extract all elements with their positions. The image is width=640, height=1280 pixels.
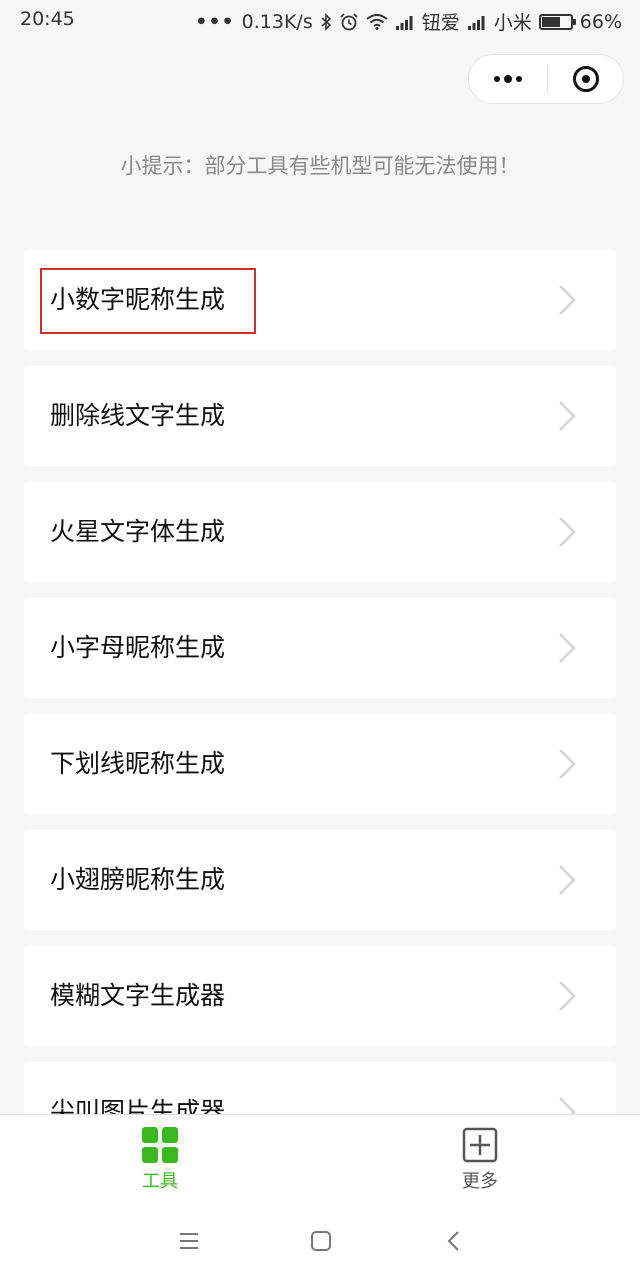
list-item[interactable]: 下划线昵称生成 (24, 714, 616, 814)
tab-bar: 工具 更多 (0, 1114, 640, 1203)
plus-square-icon (462, 1127, 498, 1163)
list-item-label: 删除线文字生成 (50, 401, 226, 430)
alarm-icon (340, 12, 358, 30)
chevron-right-icon (559, 749, 576, 779)
status-indicators: ••• 0.13K/s 钮爱 小米 66% (195, 8, 622, 35)
list-item[interactable]: 小翅膀昵称生成 (24, 830, 616, 930)
grid-icon (142, 1127, 178, 1163)
list-item-label: 小数字昵称生成 (50, 285, 226, 314)
home-square-icon[interactable] (309, 1229, 333, 1253)
menu-icon[interactable] (178, 1229, 200, 1253)
back-icon[interactable] (444, 1229, 464, 1253)
chevron-right-icon (559, 865, 576, 895)
list-item[interactable]: 小字母昵称生成 (24, 598, 616, 698)
bluetooth-icon (321, 12, 331, 31)
carrier-label: 钮爱 (421, 12, 460, 34)
list-item-label: 模糊文字生成器 (50, 981, 226, 1010)
battery-percent: 66% (579, 10, 622, 33)
signal-icon (467, 15, 485, 30)
list-item-label: 小翅膀昵称生成 (50, 865, 226, 894)
status-dots: ••• (195, 10, 235, 33)
tab-label: 更多 (462, 1171, 498, 1192)
tab-more[interactable]: 更多 (400, 1115, 560, 1203)
chevron-right-icon (559, 517, 576, 547)
tab-tools[interactable]: 工具 (80, 1115, 240, 1203)
list-item-label: 火星文字体生成 (50, 517, 226, 546)
more-dots-icon[interactable] (469, 55, 547, 103)
list-item-label: 小字母昵称生成 (50, 633, 226, 662)
chevron-right-icon (559, 981, 576, 1011)
wifi-icon (366, 13, 388, 30)
status-time: 20:45 (20, 8, 75, 30)
mini-program-capsule (468, 54, 624, 104)
signal-icon (395, 15, 413, 30)
system-nav-bar (0, 1203, 640, 1280)
chevron-right-icon (559, 285, 576, 315)
battery-icon (538, 13, 576, 30)
close-circle-icon[interactable] (548, 55, 623, 103)
list-item[interactable]: 火星文字体生成 (24, 482, 616, 582)
list-item[interactable]: 删除线文字生成 (24, 366, 616, 466)
status-bar: 20:45 ••• 0.13K/s 钮爱 小米 66% (0, 0, 640, 40)
list-item[interactable]: 小数字昵称生成 (24, 250, 616, 350)
tab-label: 工具 (142, 1171, 178, 1192)
list-item[interactable]: 模糊文字生成器 (24, 946, 616, 1046)
chevron-right-icon (559, 401, 576, 431)
tip-text: 小提示：部分工具有些机型可能无法使用！ (120, 154, 520, 178)
chevron-right-icon (559, 633, 576, 663)
battery-level-fill (541, 16, 561, 27)
network-speed: 0.13K/s (241, 10, 313, 33)
list-item-label: 下划线昵称生成 (50, 749, 226, 778)
carrier-label: 小米 (493, 12, 532, 34)
